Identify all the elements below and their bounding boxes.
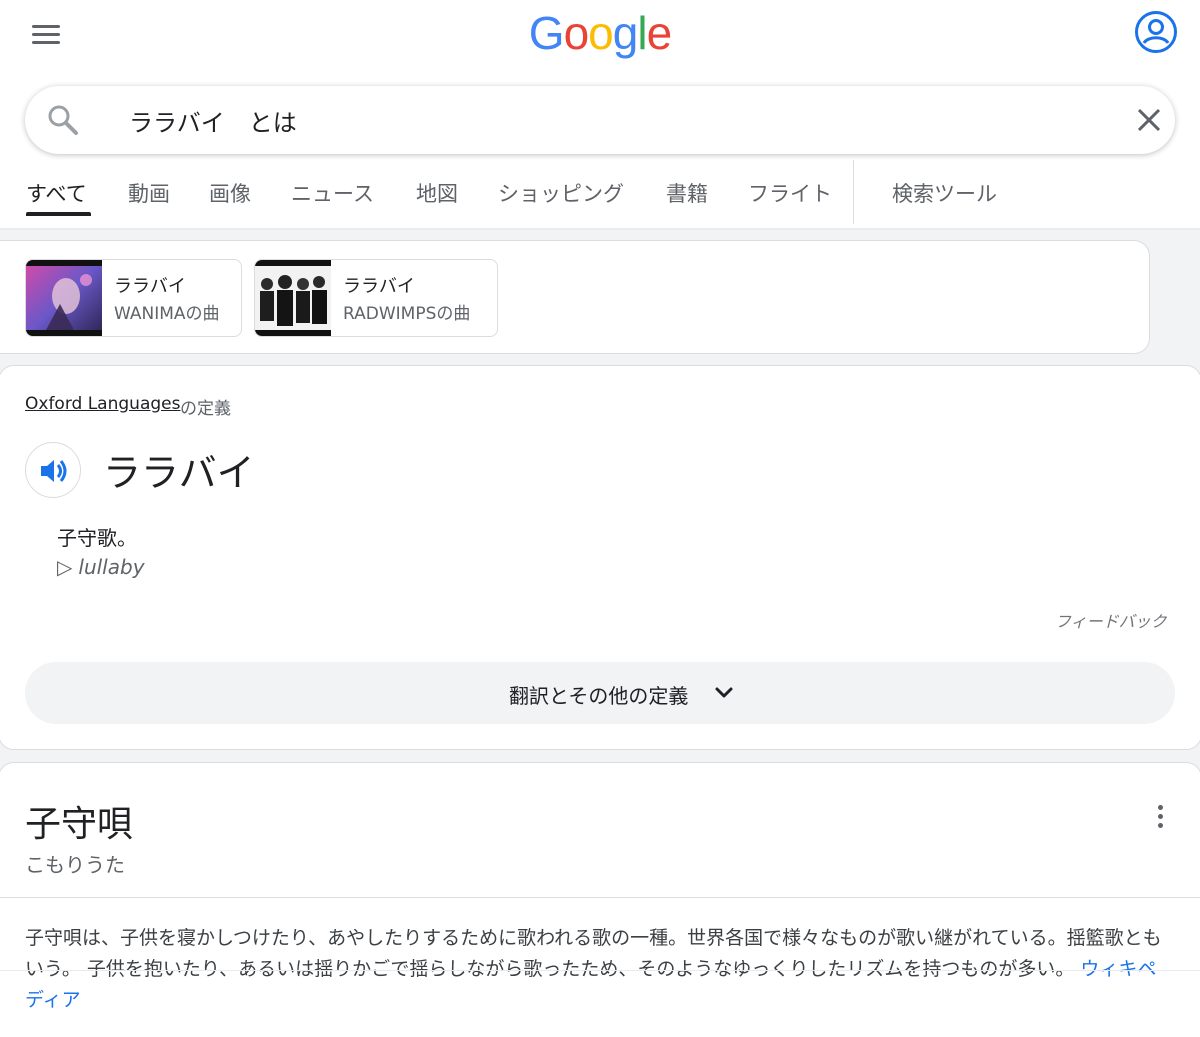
logo-letter: g (612, 7, 639, 59)
tab-videos[interactable]: 動画 (128, 178, 170, 208)
song-chip-wanima[interactable]: ララバイ WANIMAの曲 (25, 259, 242, 337)
more-vert-icon[interactable] (1147, 801, 1175, 833)
active-tab-indicator (26, 212, 91, 216)
header-divider (0, 228, 1200, 230)
tab-books[interactable]: 書籍 (666, 178, 708, 208)
dictionary-source-suffix: の定義 (180, 399, 231, 419)
song-chip-radwimps[interactable]: ララバイ RADWIMPSの曲 (254, 259, 498, 337)
tab-search-tools[interactable]: 検索ツール (892, 178, 997, 208)
song-title: ララバイ (343, 276, 415, 297)
tab-news[interactable]: ニュース (291, 178, 374, 208)
song-thumbnail (26, 260, 102, 336)
dictionary-definition: 子守歌。 (57, 526, 137, 550)
tab-shopping[interactable]: ショッピング (498, 178, 624, 208)
account-circle-icon[interactable] (1134, 10, 1178, 54)
more-definitions-label: 翻訳とその他の定義 (509, 684, 689, 708)
volume-speaker-icon[interactable] (25, 442, 81, 498)
dictionary-source-link[interactable]: Oxford Languages (25, 394, 180, 414)
song-artist: WANIMAの曲 (114, 304, 220, 324)
description-text: 子守唄は、子供を寝かしつけたり、あやしたりするために歌われる歌の一種。世界各国で… (25, 927, 1162, 980)
translation-text: lullaby (78, 555, 145, 579)
close-icon[interactable] (1131, 102, 1167, 138)
more-definitions-button[interactable]: 翻訳とその他の定義 (25, 662, 1175, 724)
search-icon[interactable] (45, 102, 81, 138)
play-triangle-icon: ▷ (57, 555, 73, 579)
related-songs-card: ララバイ WANIMAの曲 ララバイ RADWIMPSの曲 (0, 240, 1150, 354)
logo-letter: o (563, 7, 590, 59)
tab-all[interactable]: すべて (26, 178, 87, 208)
tab-maps[interactable]: 地図 (416, 178, 458, 208)
tab-divider (853, 160, 854, 224)
logo-letter: o (588, 7, 614, 59)
search-box (25, 86, 1175, 154)
scroll-overlay-divider (0, 970, 1200, 971)
google-logo[interactable]: Google (0, 6, 1200, 60)
song-artist: RADWIMPSの曲 (343, 304, 471, 324)
logo-letter: e (646, 7, 673, 59)
tab-images[interactable]: 画像 (209, 178, 251, 208)
chevron-down-icon (713, 682, 735, 704)
top-bar: Google すべて 動画 画像 ニュース 地図 ショッピング (0, 0, 1200, 230)
knowledge-panel-divider (0, 897, 1200, 898)
knowledge-panel-card: 子守唄 こもりうた 子守唄は、子供を寝かしつけたり、あやしたりするために歌われる… (0, 762, 1200, 1037)
search-tabs: すべて 動画 画像 ニュース 地図 ショッピング 書籍 フライト 検索ツール (0, 160, 1200, 224)
knowledge-panel-reading: こもりうた (25, 853, 125, 877)
knowledge-panel-title: 子守唄 (25, 804, 134, 845)
dictionary-card: Oxford Languages の定義 ララバイ 子守歌。 ▷ lullaby … (0, 365, 1200, 750)
translation-link[interactable]: ▷ lullaby (57, 555, 145, 579)
dictionary-headword: ララバイ (103, 451, 255, 495)
tab-flights[interactable]: フライト (748, 178, 832, 208)
logo-letter: G (528, 7, 565, 59)
song-thumbnail (255, 260, 331, 336)
feedback-link[interactable]: フィードバック (1055, 608, 1167, 632)
search-input[interactable] (129, 99, 1089, 141)
song-title: ララバイ (114, 276, 186, 297)
logo-letter: l (637, 7, 647, 59)
